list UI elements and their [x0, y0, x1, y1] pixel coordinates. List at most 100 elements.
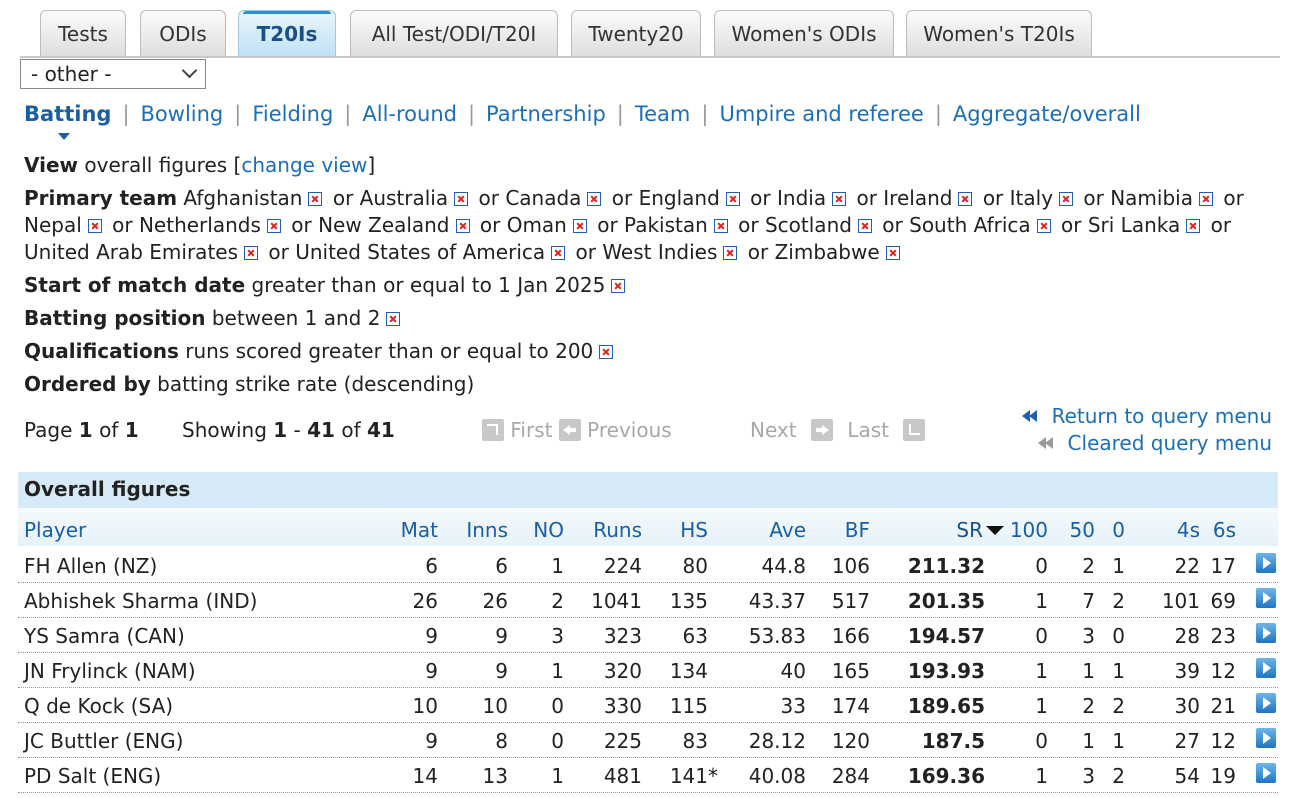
- last-page-button[interactable]: Last: [847, 418, 889, 442]
- column-header-hs[interactable]: HS: [680, 518, 708, 542]
- next-page-button[interactable]: Next: [750, 418, 797, 442]
- column-header-sr[interactable]: SR: [956, 518, 1004, 542]
- nav-umpire-referee[interactable]: Umpire and referee: [719, 102, 923, 126]
- cell-inns: 9: [495, 659, 508, 683]
- column-header-ave[interactable]: Ave: [769, 518, 806, 542]
- player-name[interactable]: FH Allen (NZ): [24, 554, 157, 578]
- remove-team-icon[interactable]: [713, 219, 728, 233]
- player-details-arrow-icon[interactable]: [1256, 623, 1276, 643]
- column-header-inns[interactable]: Inns: [466, 518, 508, 542]
- column-header-bf[interactable]: BF: [845, 518, 870, 542]
- tab-tests[interactable]: Tests: [40, 10, 126, 56]
- cell-inns: 9: [495, 624, 508, 648]
- remove-team-icon[interactable]: [885, 246, 900, 260]
- nav-aggregate-overall[interactable]: Aggregate/overall: [953, 102, 1141, 126]
- return-query-menu: Return to query menu: [1021, 404, 1272, 428]
- remove-team-icon[interactable]: [244, 246, 259, 260]
- remove-team-icon[interactable]: [308, 192, 323, 206]
- team-name: United States of America: [295, 240, 546, 264]
- nav-bowling[interactable]: Bowling: [141, 102, 224, 126]
- current-nav-indicator-icon: [58, 133, 70, 140]
- cell-50: 1: [1082, 729, 1095, 753]
- remove-team-icon[interactable]: [1186, 219, 1201, 233]
- column-header-50[interactable]: 50: [1070, 518, 1095, 542]
- remove-team-icon[interactable]: [857, 219, 872, 233]
- player-details-arrow-icon[interactable]: [1256, 728, 1276, 748]
- remove-team-icon[interactable]: [725, 192, 740, 206]
- tab-twenty20[interactable]: Twenty20: [571, 10, 701, 56]
- player-details-arrow-icon[interactable]: [1256, 693, 1276, 713]
- column-header-player[interactable]: Player: [24, 518, 86, 542]
- cleared-query-link[interactable]: Cleared query menu: [1068, 431, 1272, 455]
- player-name[interactable]: Abhishek Sharma (IND): [24, 589, 257, 613]
- column-header-no[interactable]: NO: [533, 518, 564, 542]
- cell-hs: 115: [669, 694, 708, 718]
- tab-womens-odis[interactable]: Women's ODIs: [714, 10, 894, 56]
- remove-filter-icon[interactable]: [386, 312, 401, 326]
- remove-team-icon[interactable]: [454, 192, 469, 206]
- nav-all-round[interactable]: All-round: [362, 102, 457, 126]
- remove-team-icon[interactable]: [958, 192, 973, 206]
- column-header-label: Mat: [400, 518, 438, 542]
- change-view-link[interactable]: change view: [241, 153, 367, 177]
- cell-6s: 21: [1210, 694, 1236, 718]
- player-name[interactable]: Q de Kock (SA): [24, 694, 173, 718]
- column-header-4s[interactable]: 4s: [1177, 518, 1200, 542]
- rewind-icon: [1021, 410, 1038, 422]
- remove-team-icon[interactable]: [455, 219, 470, 233]
- tab-womens-t20is[interactable]: Women's T20Is: [906, 10, 1092, 56]
- nav-team[interactable]: Team: [635, 102, 691, 126]
- remove-team-icon[interactable]: [551, 246, 566, 260]
- column-header-0[interactable]: 0: [1112, 518, 1125, 542]
- player-details-arrow-icon[interactable]: [1256, 553, 1276, 573]
- other-format-select[interactable]: - other -: [20, 59, 206, 89]
- cell-no: 0: [551, 694, 564, 718]
- player-name[interactable]: JN Frylinck (NAM): [24, 659, 196, 683]
- cell-100: 1: [1035, 659, 1048, 683]
- remove-filter-icon[interactable]: [611, 279, 626, 293]
- remove-team-icon[interactable]: [1198, 192, 1213, 206]
- remove-team-icon[interactable]: [832, 192, 847, 206]
- return-query-link[interactable]: Return to query menu: [1052, 404, 1272, 428]
- first-page-button[interactable]: First: [510, 418, 552, 442]
- remove-team-icon[interactable]: [266, 219, 281, 233]
- format-tabs: Tests ODIs T20Is All Test/ODI/T20I Twent…: [20, 10, 1280, 57]
- remove-team-icon[interactable]: [587, 192, 602, 206]
- cell-bf: 106: [831, 554, 870, 578]
- remove-team-icon[interactable]: [1059, 192, 1074, 206]
- table-row: Abhishek Sharma (IND) 26 26 2 1041 135 43.37 51…: [18, 583, 1278, 618]
- player-name[interactable]: PD Salt (ENG): [24, 764, 161, 788]
- cell-no: 2: [551, 589, 564, 613]
- team-name: West Indies: [602, 240, 718, 264]
- nav-partnership[interactable]: Partnership: [486, 102, 606, 126]
- previous-page-button[interactable]: Previous: [587, 418, 672, 442]
- remove-team-icon[interactable]: [87, 219, 102, 233]
- team-name: Pakistan: [624, 213, 708, 237]
- column-header-6s[interactable]: 6s: [1213, 518, 1236, 542]
- remove-filter-icon[interactable]: [599, 345, 614, 359]
- column-header-mat[interactable]: Mat: [401, 518, 438, 542]
- column-header-runs[interactable]: Runs: [593, 518, 642, 542]
- cell-inns: 26: [482, 589, 508, 613]
- team-name: Oman: [506, 213, 567, 237]
- tab-all-formats[interactable]: All Test/ODI/T20I: [350, 10, 558, 56]
- tab-t20is[interactable]: T20Is: [238, 10, 336, 56]
- remove-team-icon[interactable]: [1036, 219, 1051, 233]
- player-details-arrow-icon[interactable]: [1256, 763, 1276, 783]
- tab-odis[interactable]: ODIs: [140, 10, 226, 56]
- team-name: Netherlands: [138, 213, 261, 237]
- remove-team-icon[interactable]: [723, 246, 738, 260]
- player-details-arrow-icon[interactable]: [1256, 588, 1276, 608]
- player-details-arrow-icon[interactable]: [1256, 658, 1276, 678]
- nav-batting[interactable]: Batting: [24, 102, 111, 126]
- page-indicator: Page 1 of 1: [24, 418, 139, 442]
- remove-team-icon[interactable]: [572, 219, 587, 233]
- nav-fielding[interactable]: Fielding: [252, 102, 333, 126]
- or-separator: or: [982, 186, 1010, 210]
- player-name[interactable]: JC Buttler (ENG): [24, 729, 183, 753]
- player-name[interactable]: YS Samra (CAN): [24, 624, 185, 648]
- batting-position-filter: Batting position between 1 and 2: [24, 305, 1264, 332]
- column-header-100[interactable]: 100: [1010, 518, 1048, 542]
- or-separator: or: [112, 213, 139, 237]
- table-row: Q de Kock (SA) 10 10 0 330 115 33 174 189.65 1 2 2 3…: [18, 688, 1278, 723]
